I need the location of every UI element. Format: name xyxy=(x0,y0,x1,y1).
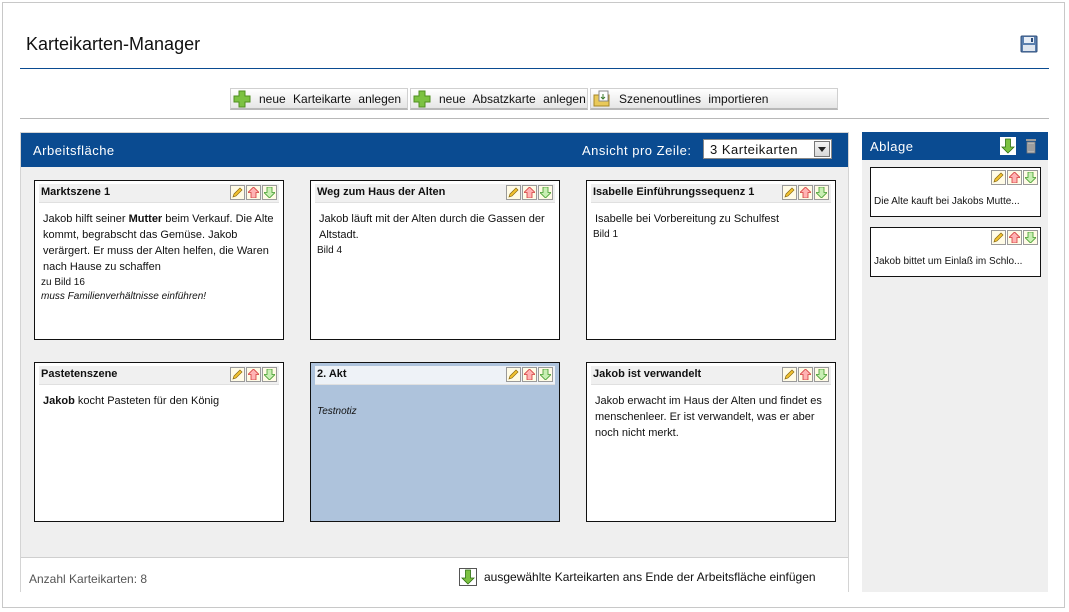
red-up-arrow-icon[interactable] xyxy=(246,367,261,382)
storage-card[interactable]: Jakob bittet um Einlaß im Schlo... xyxy=(870,227,1041,277)
green-down-arrow-icon[interactable] xyxy=(538,367,553,382)
pencil-icon[interactable] xyxy=(782,185,797,200)
chevron-down-icon[interactable] xyxy=(814,141,830,157)
green-plus-icon xyxy=(413,90,431,107)
green-down-arrow-icon[interactable] xyxy=(262,185,277,200)
card-isabelle-einfuehrung[interactable]: Isabelle Einführungssequenz 1 Isabelle b… xyxy=(586,180,836,340)
per-row-value: 3 Karteikarten xyxy=(710,142,798,157)
card-text: Jakob hilft seiner Mutter beim Verkauf. … xyxy=(43,211,275,275)
card-title: Jakob ist verwandelt xyxy=(593,368,702,380)
red-up-arrow-icon[interactable] xyxy=(522,367,537,382)
card-tools xyxy=(506,185,553,200)
card-title-bar: Marktszene 1 xyxy=(39,184,279,203)
storage-card-text: Die Alte kauft bei Jakobs Mutte... xyxy=(874,196,1020,207)
pencil-icon[interactable] xyxy=(991,230,1006,245)
card-title-bar: Jakob ist verwandelt xyxy=(591,366,831,385)
red-up-arrow-icon[interactable] xyxy=(798,367,813,382)
card-text-bold: Mutter xyxy=(128,213,163,225)
card-title: 2. Akt xyxy=(317,368,347,380)
green-down-arrow-icon[interactable] xyxy=(1023,230,1038,245)
card-text: Jakob kocht Pasteten für den König xyxy=(43,393,275,409)
workspace-footer: Anzahl Karteikarten: 8 ausgewählte Karte… xyxy=(21,557,848,594)
pencil-icon[interactable] xyxy=(230,367,245,382)
card-reference: Bild 4 xyxy=(317,245,343,256)
workspace-panel: Arbeitsfläche Ansicht pro Zeile: 3 Karte… xyxy=(20,132,849,594)
green-down-arrow-icon[interactable] xyxy=(262,367,277,382)
card-marktszene-1[interactable]: Marktszene 1 Jakob hilft seiner Mutter b… xyxy=(34,180,284,340)
card-title: Pastetenszene xyxy=(41,368,118,380)
card-title-bar: Isabelle Einführungssequenz 1 xyxy=(591,184,831,203)
card-title-bar: Pastetenszene xyxy=(39,366,279,385)
trash-icon[interactable] xyxy=(1025,138,1037,157)
green-down-arrow-icon[interactable] xyxy=(814,367,829,382)
card-text-part: Jakob hilft seiner xyxy=(43,213,129,225)
card-reference: Bild 1 xyxy=(593,229,619,240)
card-text: Jakob läuft mit der Alten durch die Gass… xyxy=(319,213,545,241)
card-tools xyxy=(782,367,829,382)
red-up-arrow-icon[interactable] xyxy=(522,185,537,200)
card-title: Weg zum Haus der Alten xyxy=(317,186,446,198)
toolbar-divider xyxy=(20,118,1049,119)
new-card-button[interactable]: neue Karteikarte anlegen xyxy=(230,88,408,110)
pencil-icon[interactable] xyxy=(506,367,521,382)
green-down-arrow-icon[interactable] xyxy=(1000,137,1016,155)
card-2-akt[interactable]: 2. Akt Testnotiz xyxy=(310,362,560,522)
workspace-title: Arbeitsfläche xyxy=(33,143,115,158)
card-text-part: kocht Pasteten für den König xyxy=(74,395,220,407)
per-row-select[interactable]: 3 Karteikarten xyxy=(703,139,832,159)
workspace-header: Arbeitsfläche Ansicht pro Zeile: 3 Karte… xyxy=(21,133,848,167)
per-row-label: Ansicht pro Zeile: xyxy=(582,143,692,158)
storage-header: Ablage xyxy=(862,132,1048,160)
green-down-arrow-icon[interactable] xyxy=(1023,170,1038,185)
storage-title: Ablage xyxy=(870,139,914,154)
new-paragraph-card-button[interactable]: neue Absatzkarte anlegen xyxy=(410,88,588,110)
storage-card[interactable]: Die Alte kauft bei Jakobs Mutte... xyxy=(870,167,1041,217)
card-note: muss Familienverhältnisse einführen! xyxy=(41,291,207,302)
card-title: Isabelle Einführungssequenz 1 xyxy=(593,186,755,198)
folder-import-icon xyxy=(593,90,610,106)
card-note: Testnotiz xyxy=(317,406,357,417)
red-up-arrow-icon[interactable] xyxy=(1007,230,1022,245)
green-down-arrow-icon[interactable] xyxy=(538,185,553,200)
green-down-arrow-icon[interactable] xyxy=(814,185,829,200)
pencil-icon[interactable] xyxy=(230,185,245,200)
storage-card-text: Jakob bittet um Einlaß im Schlo... xyxy=(874,256,1023,267)
red-up-arrow-icon[interactable] xyxy=(1007,170,1022,185)
green-plus-icon xyxy=(233,90,251,107)
card-count: Anzahl Karteikarten: 8 xyxy=(29,572,148,586)
card-reference: zu Bild 16 xyxy=(41,277,85,288)
card-title-bar: Weg zum Haus der Alten xyxy=(315,184,555,203)
card-text-bold: Jakob xyxy=(43,395,75,407)
card-tools xyxy=(506,367,553,382)
card-title-bar: 2. Akt xyxy=(315,366,555,385)
new-paragraph-card-label: neue Absatzkarte anlegen xyxy=(439,91,586,106)
pencil-icon[interactable] xyxy=(782,367,797,382)
card-tools xyxy=(991,230,1038,245)
new-card-label: neue Karteikarte anlegen xyxy=(259,91,402,106)
card-tools xyxy=(230,185,277,200)
insert-selected-link[interactable]: ausgewählte Karteikarten ans Ende der Ar… xyxy=(484,570,816,584)
floppy-disk-icon[interactable] xyxy=(1020,35,1038,53)
red-up-arrow-icon[interactable] xyxy=(798,185,813,200)
card-text: Isabelle bei Vorbereitung zu Schulfest xyxy=(595,213,780,225)
card-title: Marktszene 1 xyxy=(41,186,111,198)
red-up-arrow-icon[interactable] xyxy=(246,185,261,200)
card-tools xyxy=(230,367,277,382)
green-down-arrow-icon[interactable] xyxy=(459,568,477,591)
card-tools xyxy=(991,170,1038,185)
card-jakob-verwandelt[interactable]: Jakob ist verwandelt Jakob erwacht im Ha… xyxy=(586,362,836,522)
title-divider xyxy=(20,68,1049,69)
storage-panel: Ablage Die Alte kauft bei Jakobs Mutte..… xyxy=(862,132,1048,592)
card-pastetenszene[interactable]: Pastetenszene Jakob kocht Pasteten für d… xyxy=(34,362,284,522)
pencil-icon[interactable] xyxy=(991,170,1006,185)
card-tools xyxy=(782,185,829,200)
card-weg-zum-haus[interactable]: Weg zum Haus der Alten Jakob läuft mit d… xyxy=(310,180,560,340)
import-label: Szenenoutlines importieren xyxy=(619,91,769,106)
pencil-icon[interactable] xyxy=(506,185,521,200)
card-text: Jakob erwacht im Haus der Alten und find… xyxy=(595,395,822,439)
import-scene-outlines-button[interactable]: Szenenoutlines importieren xyxy=(590,88,838,110)
app-title: Karteikarten-Manager xyxy=(26,34,201,54)
